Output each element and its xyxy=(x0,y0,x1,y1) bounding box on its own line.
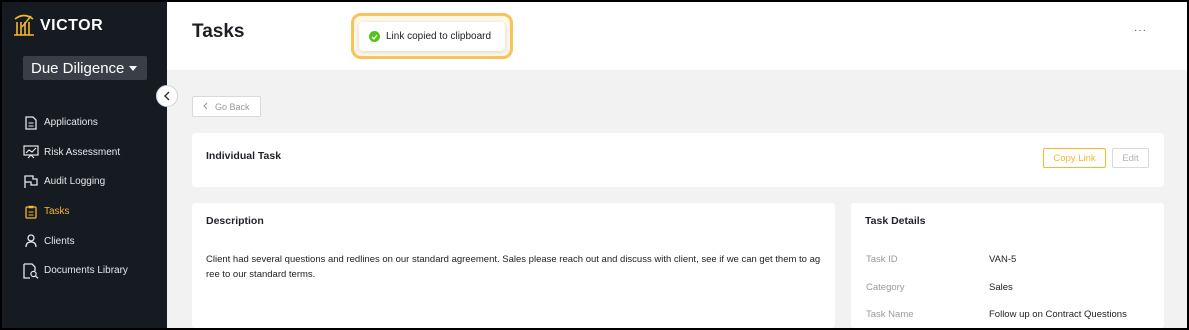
chart-board-icon xyxy=(23,144,39,160)
description-card: Description Client had several questions… xyxy=(192,203,835,328)
card-title: Task Details xyxy=(865,215,926,227)
sidebar-item-risk-assessment[interactable]: Risk Assessment xyxy=(2,138,167,168)
document-search-icon xyxy=(23,263,39,279)
user-icon xyxy=(23,233,39,249)
clipboard-icon xyxy=(23,204,39,220)
org-selector[interactable]: Due Diligence xyxy=(23,56,147,80)
individual-task-card: Individual Task Copy Link Edit xyxy=(192,133,1164,187)
go-back-label: Go Back xyxy=(215,101,250,112)
edit-button[interactable]: Edit xyxy=(1112,148,1149,168)
sidebar-item-audit-logging[interactable]: Audit Logging xyxy=(2,167,167,197)
document-icon xyxy=(23,115,39,131)
detail-value: Follow up on Contract Questions xyxy=(989,309,1127,320)
sidebar-item-label: Audit Logging xyxy=(44,176,106,188)
caret-down-icon xyxy=(129,66,137,71)
logo: VICTOR xyxy=(12,13,103,39)
sidebar-item-label: Applications xyxy=(44,117,98,129)
go-back-button[interactable]: Go Back xyxy=(192,96,261,117)
card-title: Individual Task xyxy=(206,150,282,162)
chevron-left-icon xyxy=(203,102,208,112)
sidebar-item-applications[interactable]: Applications xyxy=(2,108,167,138)
sidebar: VICTOR Due Diligence Applications Risk A… xyxy=(2,2,167,328)
sidebar-item-label: Documents Library xyxy=(44,265,128,277)
toast-highlight: Link copied to clipboard xyxy=(351,13,513,59)
main-content: Go Back Individual Task Copy Link Edit D… xyxy=(167,70,1187,328)
copy-link-button[interactable]: Copy Link xyxy=(1043,148,1106,168)
detail-value: Sales xyxy=(989,282,1013,293)
task-details-card: Task Details Task ID VAN-5 Category Sale… xyxy=(851,203,1164,328)
detail-key: Category xyxy=(866,282,905,293)
toast-message: Link copied to clipboard xyxy=(386,31,492,42)
detail-key: Task ID xyxy=(866,254,898,265)
detail-key: Task Name xyxy=(866,309,914,320)
sidebar-item-label: Clients xyxy=(44,235,75,247)
detail-value: VAN-5 xyxy=(989,254,1017,265)
sidebar-nav: Applications Risk Assessment Audit Loggi… xyxy=(2,108,167,286)
toast-notification: Link copied to clipboard xyxy=(359,22,505,51)
page-header: Tasks ··· xyxy=(167,2,1187,70)
app-window: VICTOR Due Diligence Applications Risk A… xyxy=(0,0,1189,330)
sidebar-collapse-button[interactable] xyxy=(156,85,178,107)
sidebar-item-documents-library[interactable]: Documents Library xyxy=(2,256,167,286)
org-selector-label: Due Diligence xyxy=(31,59,125,77)
more-options-button[interactable]: ··· xyxy=(1134,25,1147,36)
sidebar-item-tasks[interactable]: Tasks xyxy=(2,197,167,227)
flag-icon xyxy=(23,174,39,190)
sidebar-item-label: Risk Assessment xyxy=(44,146,121,158)
logo-mark-icon xyxy=(14,14,34,36)
logo-text: VICTOR xyxy=(40,17,104,34)
check-circle-icon xyxy=(369,31,380,42)
description-text: Client had several questions and redline… xyxy=(206,254,821,280)
chevron-left-icon xyxy=(164,91,170,101)
page-title: Tasks xyxy=(192,21,245,42)
sidebar-item-clients[interactable]: Clients xyxy=(2,226,167,256)
sidebar-item-label: Tasks xyxy=(44,206,70,218)
card-title: Description xyxy=(206,215,264,227)
